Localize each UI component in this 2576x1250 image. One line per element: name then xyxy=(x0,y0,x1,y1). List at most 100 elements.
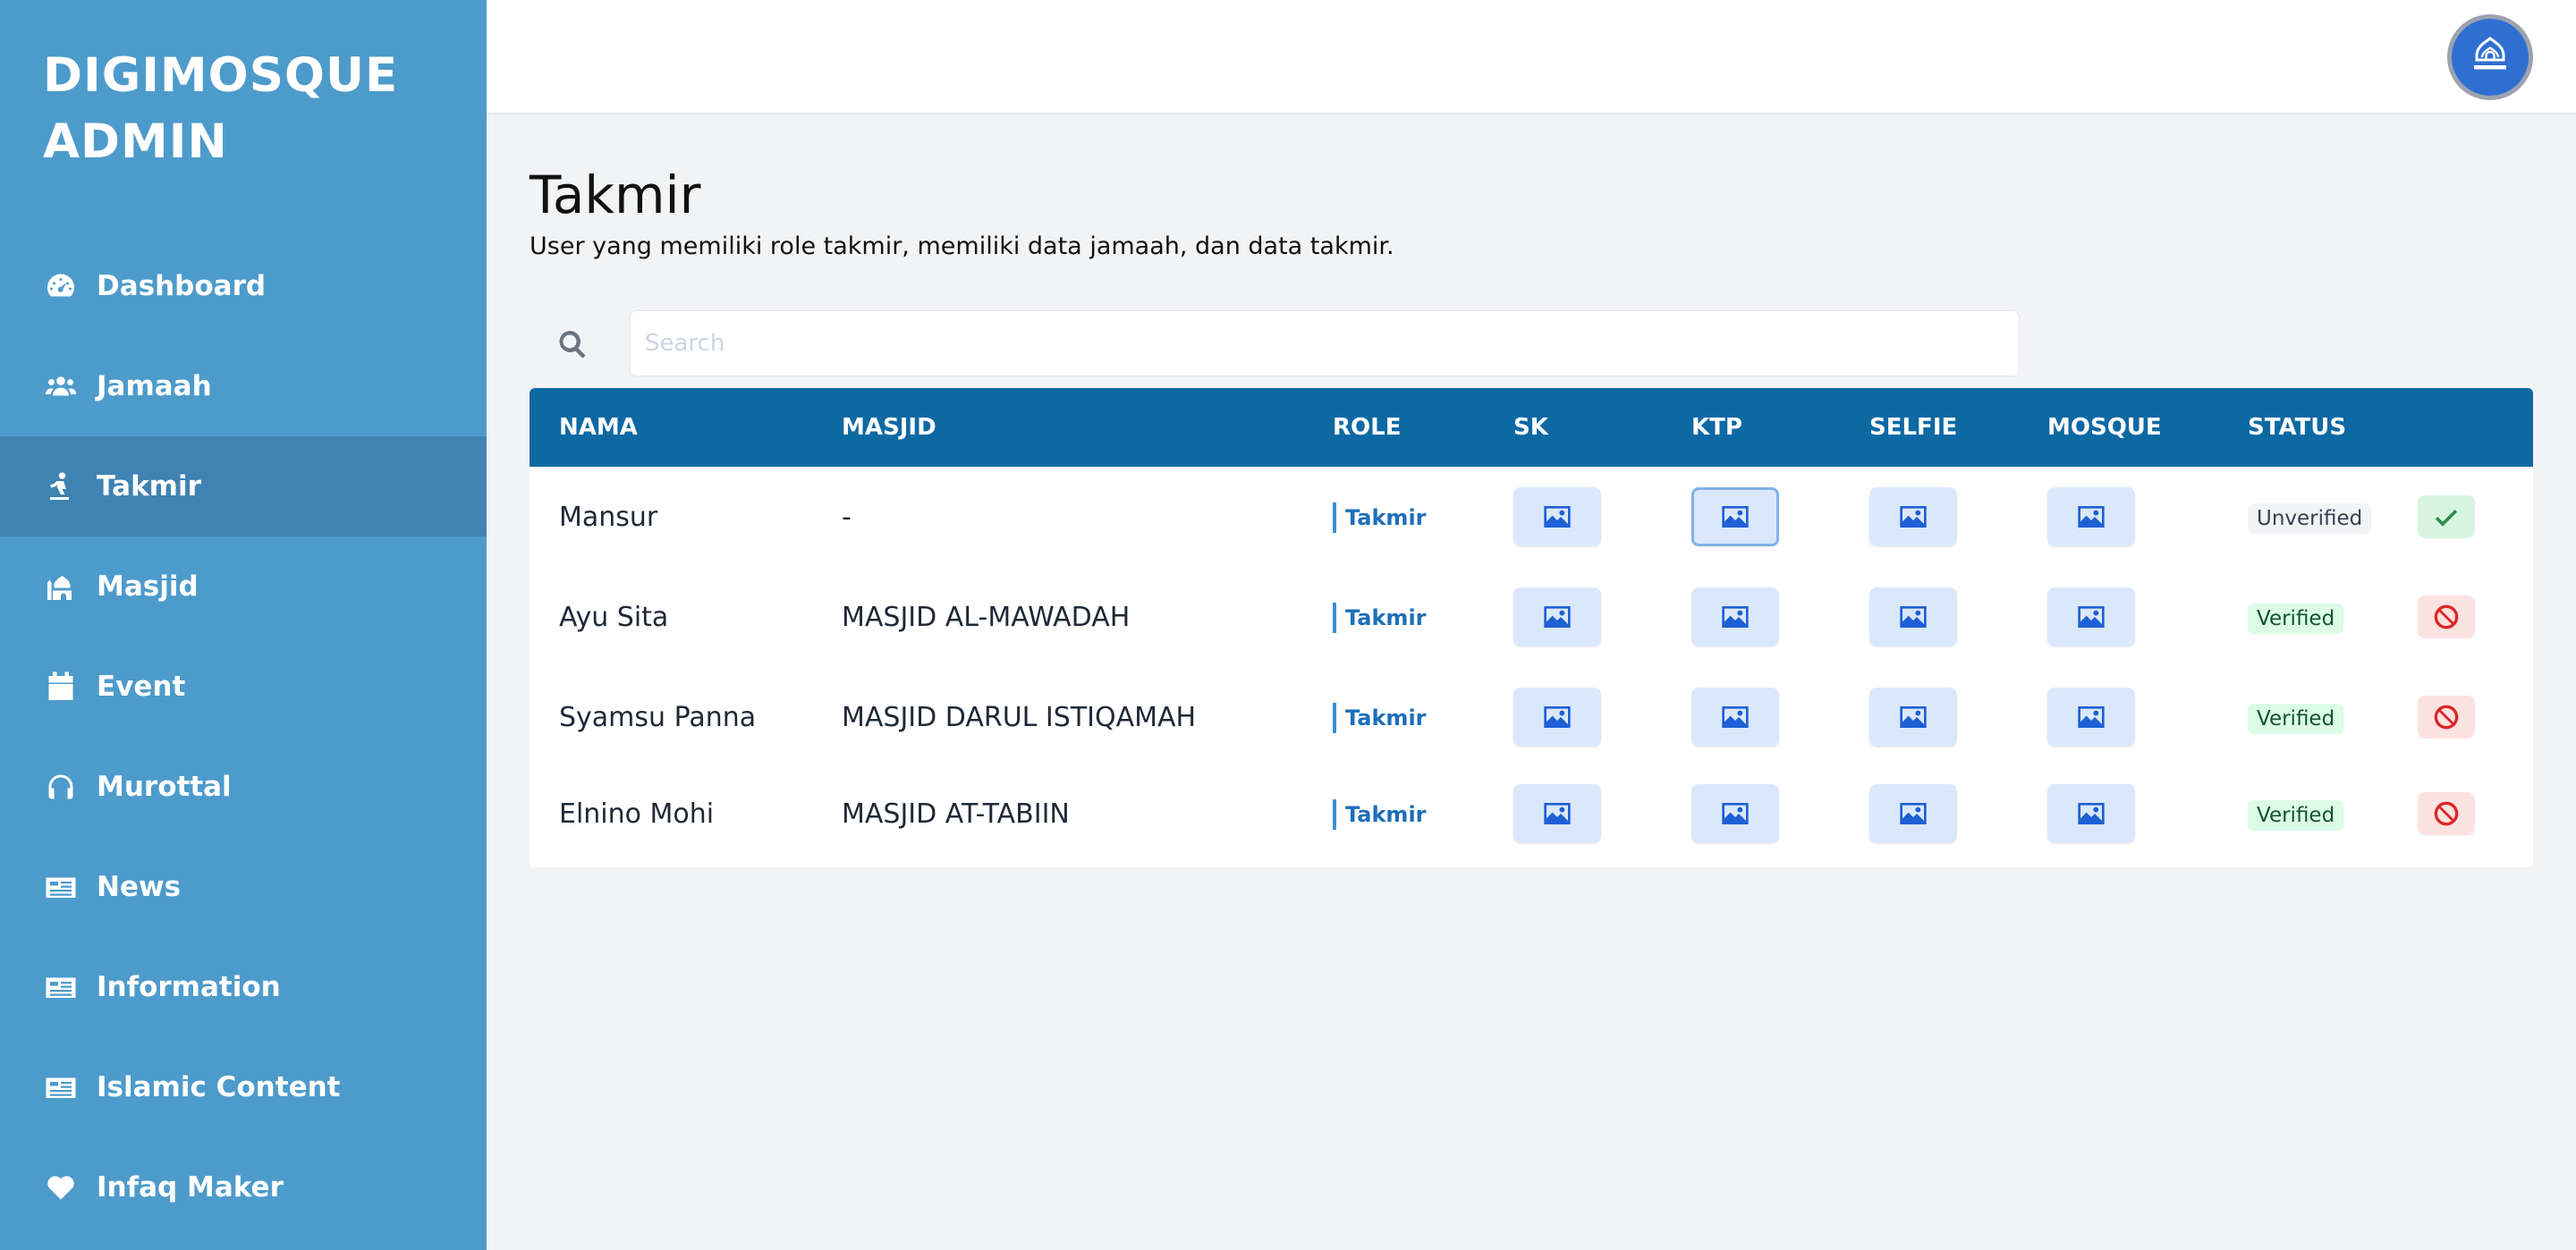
view-ktp-button[interactable] xyxy=(1691,784,1779,843)
image-icon xyxy=(1900,706,1927,728)
column-header-role[interactable]: ROLE xyxy=(1333,388,1513,467)
view-mosque-button[interactable] xyxy=(2047,688,2135,747)
tachometer-icon xyxy=(43,268,79,304)
sidebar-item-jamaah[interactable]: Jamaah xyxy=(0,336,487,436)
avatar[interactable] xyxy=(2447,14,2533,100)
image-icon xyxy=(1900,506,1927,528)
cell-selfie xyxy=(1869,567,2047,667)
cell-status: Verified xyxy=(2248,767,2418,867)
heart-icon xyxy=(43,1170,79,1205)
sidebar-item-label: Dashboard xyxy=(97,270,267,302)
newspaper-icon xyxy=(43,869,79,905)
brand-line1: DIGIMOSQUE xyxy=(43,48,399,103)
column-header-selfie[interactable]: SELFIE xyxy=(1869,388,2047,467)
cell-ktp xyxy=(1691,767,1869,867)
status-badge: Unverified xyxy=(2248,503,2372,534)
column-header-status[interactable]: STATUS xyxy=(2248,388,2418,467)
calendar-icon xyxy=(43,669,79,705)
search-input[interactable] xyxy=(630,310,2020,376)
sidebar-item-masjid[interactable]: Masjid xyxy=(0,536,487,637)
role-tag: Takmir xyxy=(1333,503,1427,533)
view-mosque-button[interactable] xyxy=(2047,784,2135,843)
page-subtitle: User yang memiliki role takmir, memiliki… xyxy=(530,232,1394,260)
table-row: Ayu Sita MASJID AL-MAWADAH Takmir Verifi… xyxy=(530,567,2533,667)
unverify-button[interactable] xyxy=(2418,595,2475,638)
view-selfie-button[interactable] xyxy=(1869,587,1957,646)
digimosque-logo-icon xyxy=(2474,37,2506,70)
sidebar-item-label: Islamic Content xyxy=(97,1071,341,1103)
cell-nama: Syamsu Panna xyxy=(559,701,757,733)
sidebar-item-label: News xyxy=(97,871,182,903)
verify-button[interactable] xyxy=(2418,495,2475,538)
sidebar: DIGIMOSQUE ADMIN Dashboard Jamaah Takmir xyxy=(0,0,487,1250)
view-sk-button[interactable] xyxy=(1513,688,1601,747)
search-icon[interactable] xyxy=(556,328,590,362)
table-row: Elnino Mohi MASJID AT-TABIIN Takmir Veri… xyxy=(530,767,2533,867)
column-header-sk[interactable]: SK xyxy=(1513,388,1691,467)
view-selfie-button[interactable] xyxy=(1869,784,1957,843)
cell-action xyxy=(2418,767,2533,867)
ban-icon xyxy=(2434,604,2459,629)
view-ktp-button[interactable] xyxy=(1691,487,1779,546)
view-selfie-button[interactable] xyxy=(1869,688,1957,747)
column-header-mosque[interactable]: MOSQUE xyxy=(2047,388,2248,467)
column-header-ktp[interactable]: KTP xyxy=(1691,388,1869,467)
sidebar-item-label: Takmir xyxy=(97,470,201,503)
cell-status: Verified xyxy=(2248,667,2418,767)
sidebar-item-murottal[interactable]: Murottal xyxy=(0,737,487,837)
unverify-button[interactable] xyxy=(2418,792,2475,835)
brand-logo[interactable]: DIGIMOSQUE ADMIN xyxy=(43,43,398,175)
cell-selfie xyxy=(1869,667,2047,767)
unverify-button[interactable] xyxy=(2418,696,2475,739)
table-header-row: NAMA MASJID ROLE SK KTP SELFIE MOSQUE ST… xyxy=(530,388,2533,467)
cell-sk xyxy=(1513,767,1691,867)
column-header-action xyxy=(2418,388,2533,467)
sidebar-item-label: Information xyxy=(97,971,281,1003)
sidebar-item-infaq-maker[interactable]: Infaq Maker xyxy=(0,1137,487,1237)
headphones-icon xyxy=(43,769,79,805)
sidebar-item-event[interactable]: Event xyxy=(0,637,487,737)
cell-role: Takmir xyxy=(1333,667,1513,767)
cell-role: Takmir xyxy=(1333,767,1513,867)
image-icon xyxy=(1900,803,1927,824)
image-icon xyxy=(1544,506,1571,528)
view-sk-button[interactable] xyxy=(1513,784,1601,843)
view-selfie-button[interactable] xyxy=(1869,487,1957,546)
cell-mosque xyxy=(2047,667,2248,767)
newspaper-icon xyxy=(43,1069,79,1105)
cell-ktp xyxy=(1691,667,1869,767)
sidebar-item-dashboard[interactable]: Dashboard xyxy=(0,236,487,336)
ban-icon xyxy=(2434,801,2459,826)
takmir-table: NAMA MASJID ROLE SK KTP SELFIE MOSQUE ST… xyxy=(530,388,2533,867)
image-icon xyxy=(2078,706,2105,728)
sidebar-item-islamic-content[interactable]: Islamic Content xyxy=(0,1037,487,1137)
view-sk-button[interactable] xyxy=(1513,587,1601,646)
sidebar-item-information[interactable]: Information xyxy=(0,937,487,1037)
image-icon xyxy=(1722,606,1749,628)
view-sk-button[interactable] xyxy=(1513,487,1601,546)
column-header-masjid[interactable]: MASJID xyxy=(842,388,1333,467)
cell-sk xyxy=(1513,567,1691,667)
cell-role: Takmir xyxy=(1333,567,1513,667)
main-content: Takmir User yang memiliki role takmir, m… xyxy=(530,114,2533,867)
sidebar-item-news[interactable]: News xyxy=(0,837,487,937)
image-icon xyxy=(1722,506,1749,528)
newspaper-icon xyxy=(43,969,79,1005)
status-badge: Verified xyxy=(2248,603,2344,634)
sidebar-item-takmir[interactable]: Takmir xyxy=(0,436,487,536)
cell-mosque xyxy=(2047,767,2248,867)
cell-mosque xyxy=(2047,567,2248,667)
cell-action xyxy=(2418,467,2533,567)
view-mosque-button[interactable] xyxy=(2047,487,2135,546)
praying-icon xyxy=(43,469,79,504)
view-ktp-button[interactable] xyxy=(1691,587,1779,646)
column-header-nama[interactable]: NAMA xyxy=(530,388,842,467)
view-mosque-button[interactable] xyxy=(2047,587,2135,646)
image-icon xyxy=(2078,606,2105,628)
sidebar-item-label: Masjid xyxy=(97,570,199,603)
view-ktp-button[interactable] xyxy=(1691,688,1779,747)
cell-mosque xyxy=(2047,467,2248,567)
cell-nama: Mansur xyxy=(559,501,658,533)
cell-selfie xyxy=(1869,767,2047,867)
cell-sk xyxy=(1513,467,1691,567)
